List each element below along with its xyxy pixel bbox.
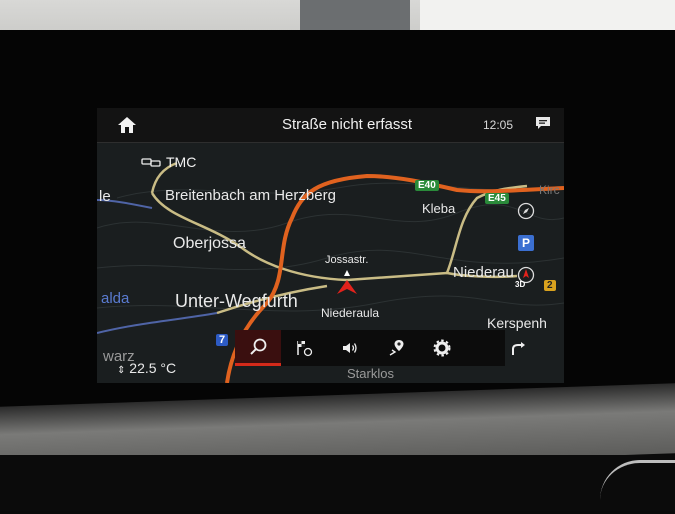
place-label: Jossastr.: [325, 254, 369, 266]
message-icon: [536, 117, 550, 129]
status-bar: Straße nicht erfasst 12:05: [97, 108, 564, 143]
compass-icon: [517, 202, 535, 220]
place-label: Oberjossa: [173, 235, 246, 252]
home-button[interactable]: [107, 112, 147, 138]
settings-button[interactable]: [419, 330, 465, 366]
traffic-cars-icon: [141, 158, 161, 167]
dashboard-lower: [0, 455, 675, 511]
place-label: Unter-Wegfurth: [175, 291, 298, 311]
search-button[interactable]: [235, 330, 281, 366]
parking-icon: P: [518, 235, 534, 251]
messages-button[interactable]: [535, 116, 553, 132]
place-label: le: [99, 188, 111, 205]
place-label: Kirc: [539, 183, 560, 197]
tmc-traffic-button[interactable]: TMC: [141, 154, 196, 170]
tmc-label: TMC: [166, 154, 197, 170]
road-sign-e40: E40: [415, 180, 439, 191]
place-label: Kleba: [422, 201, 456, 216]
place-label: Starklos: [347, 366, 394, 381]
road-sign-e45: E45: [485, 193, 509, 204]
place-label: Niederau: [453, 264, 514, 281]
destination-button[interactable]: [281, 330, 327, 366]
volume-icon: [343, 343, 357, 353]
destination-flag-icon: [297, 341, 313, 357]
parking-button[interactable]: P: [515, 232, 537, 254]
search-icon: [250, 338, 267, 355]
navigation-screen: Straße nicht erfasst 12:05 TMC le Breite…: [97, 108, 564, 383]
auto-turn-icon: [512, 342, 525, 355]
home-icon: [118, 117, 136, 133]
road-sign-route: 2: [544, 280, 556, 291]
auto-turn-button[interactable]: [503, 334, 533, 362]
view-mode-label: 3D: [515, 280, 526, 289]
place-label: Breitenbach am Herzberg: [165, 187, 336, 204]
temperature-arrows-icon: ⇕: [117, 365, 126, 376]
route-button[interactable]: [373, 330, 419, 366]
settings-gear-icon: [433, 339, 451, 357]
compass-button[interactable]: [515, 200, 537, 222]
clock: 12:05: [483, 118, 514, 132]
river-label: alda: [101, 290, 130, 307]
place-label: Niederaula: [321, 306, 380, 320]
road-sign-a7: 7: [216, 334, 229, 346]
temperature-value: 22.5 °C: [129, 360, 177, 376]
place-label: Kerspenh: [487, 315, 547, 331]
current-street-title: Straße nicht erfasst: [281, 116, 413, 133]
bottom-toolbar: [235, 330, 505, 366]
volume-button[interactable]: [327, 330, 373, 366]
route-pin-icon: [389, 340, 404, 356]
outside-temperature: ⇕ 22.5 °C: [117, 360, 176, 376]
